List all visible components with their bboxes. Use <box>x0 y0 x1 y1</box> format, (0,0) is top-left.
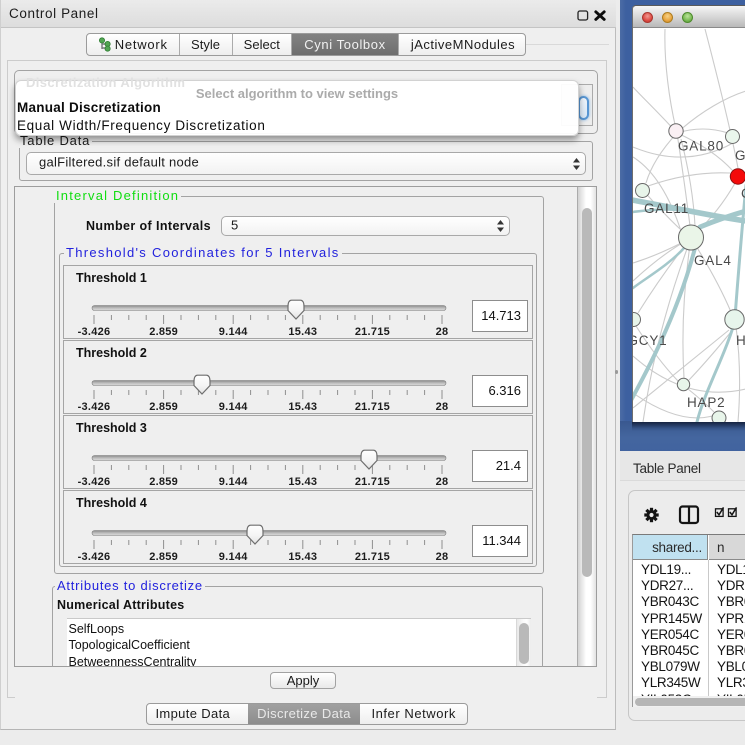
svg-text:15.43: 15.43 <box>288 476 317 488</box>
svg-text:21.715: 21.715 <box>355 401 390 413</box>
svg-text:-3.426: -3.426 <box>78 401 111 413</box>
svg-text:9.144: 9.144 <box>219 401 248 413</box>
svg-text:28: 28 <box>436 401 449 413</box>
svg-text:28: 28 <box>436 326 449 338</box>
svg-text:28: 28 <box>436 551 449 563</box>
svg-text:2.859: 2.859 <box>149 551 178 563</box>
svg-text:GAL11: GAL11 <box>644 201 689 216</box>
svg-text:GAL80: GAL80 <box>678 139 724 154</box>
svg-text:GAL4: GAL4 <box>694 253 732 268</box>
svg-text:-3.426: -3.426 <box>78 326 111 338</box>
svg-text:9.144: 9.144 <box>219 326 248 338</box>
svg-text:28: 28 <box>436 476 449 488</box>
svg-text:GA: GA <box>735 148 745 163</box>
svg-text:21.715: 21.715 <box>355 326 390 338</box>
svg-text:15.43: 15.43 <box>288 326 317 338</box>
svg-text:15.43: 15.43 <box>288 401 317 413</box>
svg-text:21.715: 21.715 <box>355 476 390 488</box>
svg-text:-3.426: -3.426 <box>78 551 111 563</box>
svg-text:HI: HI <box>736 333 745 348</box>
svg-text:2.859: 2.859 <box>149 401 178 413</box>
svg-text:GCY1: GCY1 <box>633 333 667 348</box>
svg-text:-3.426: -3.426 <box>78 476 111 488</box>
svg-text:21.715: 21.715 <box>355 551 390 563</box>
svg-text:2.859: 2.859 <box>149 326 178 338</box>
svg-text:HAP2: HAP2 <box>687 395 725 410</box>
svg-text:9.144: 9.144 <box>219 551 248 563</box>
svg-text:9.144: 9.144 <box>219 476 248 488</box>
svg-text:2.859: 2.859 <box>149 476 178 488</box>
svg-text:15.43: 15.43 <box>288 551 317 563</box>
svg-text:CY: CY <box>741 186 745 201</box>
